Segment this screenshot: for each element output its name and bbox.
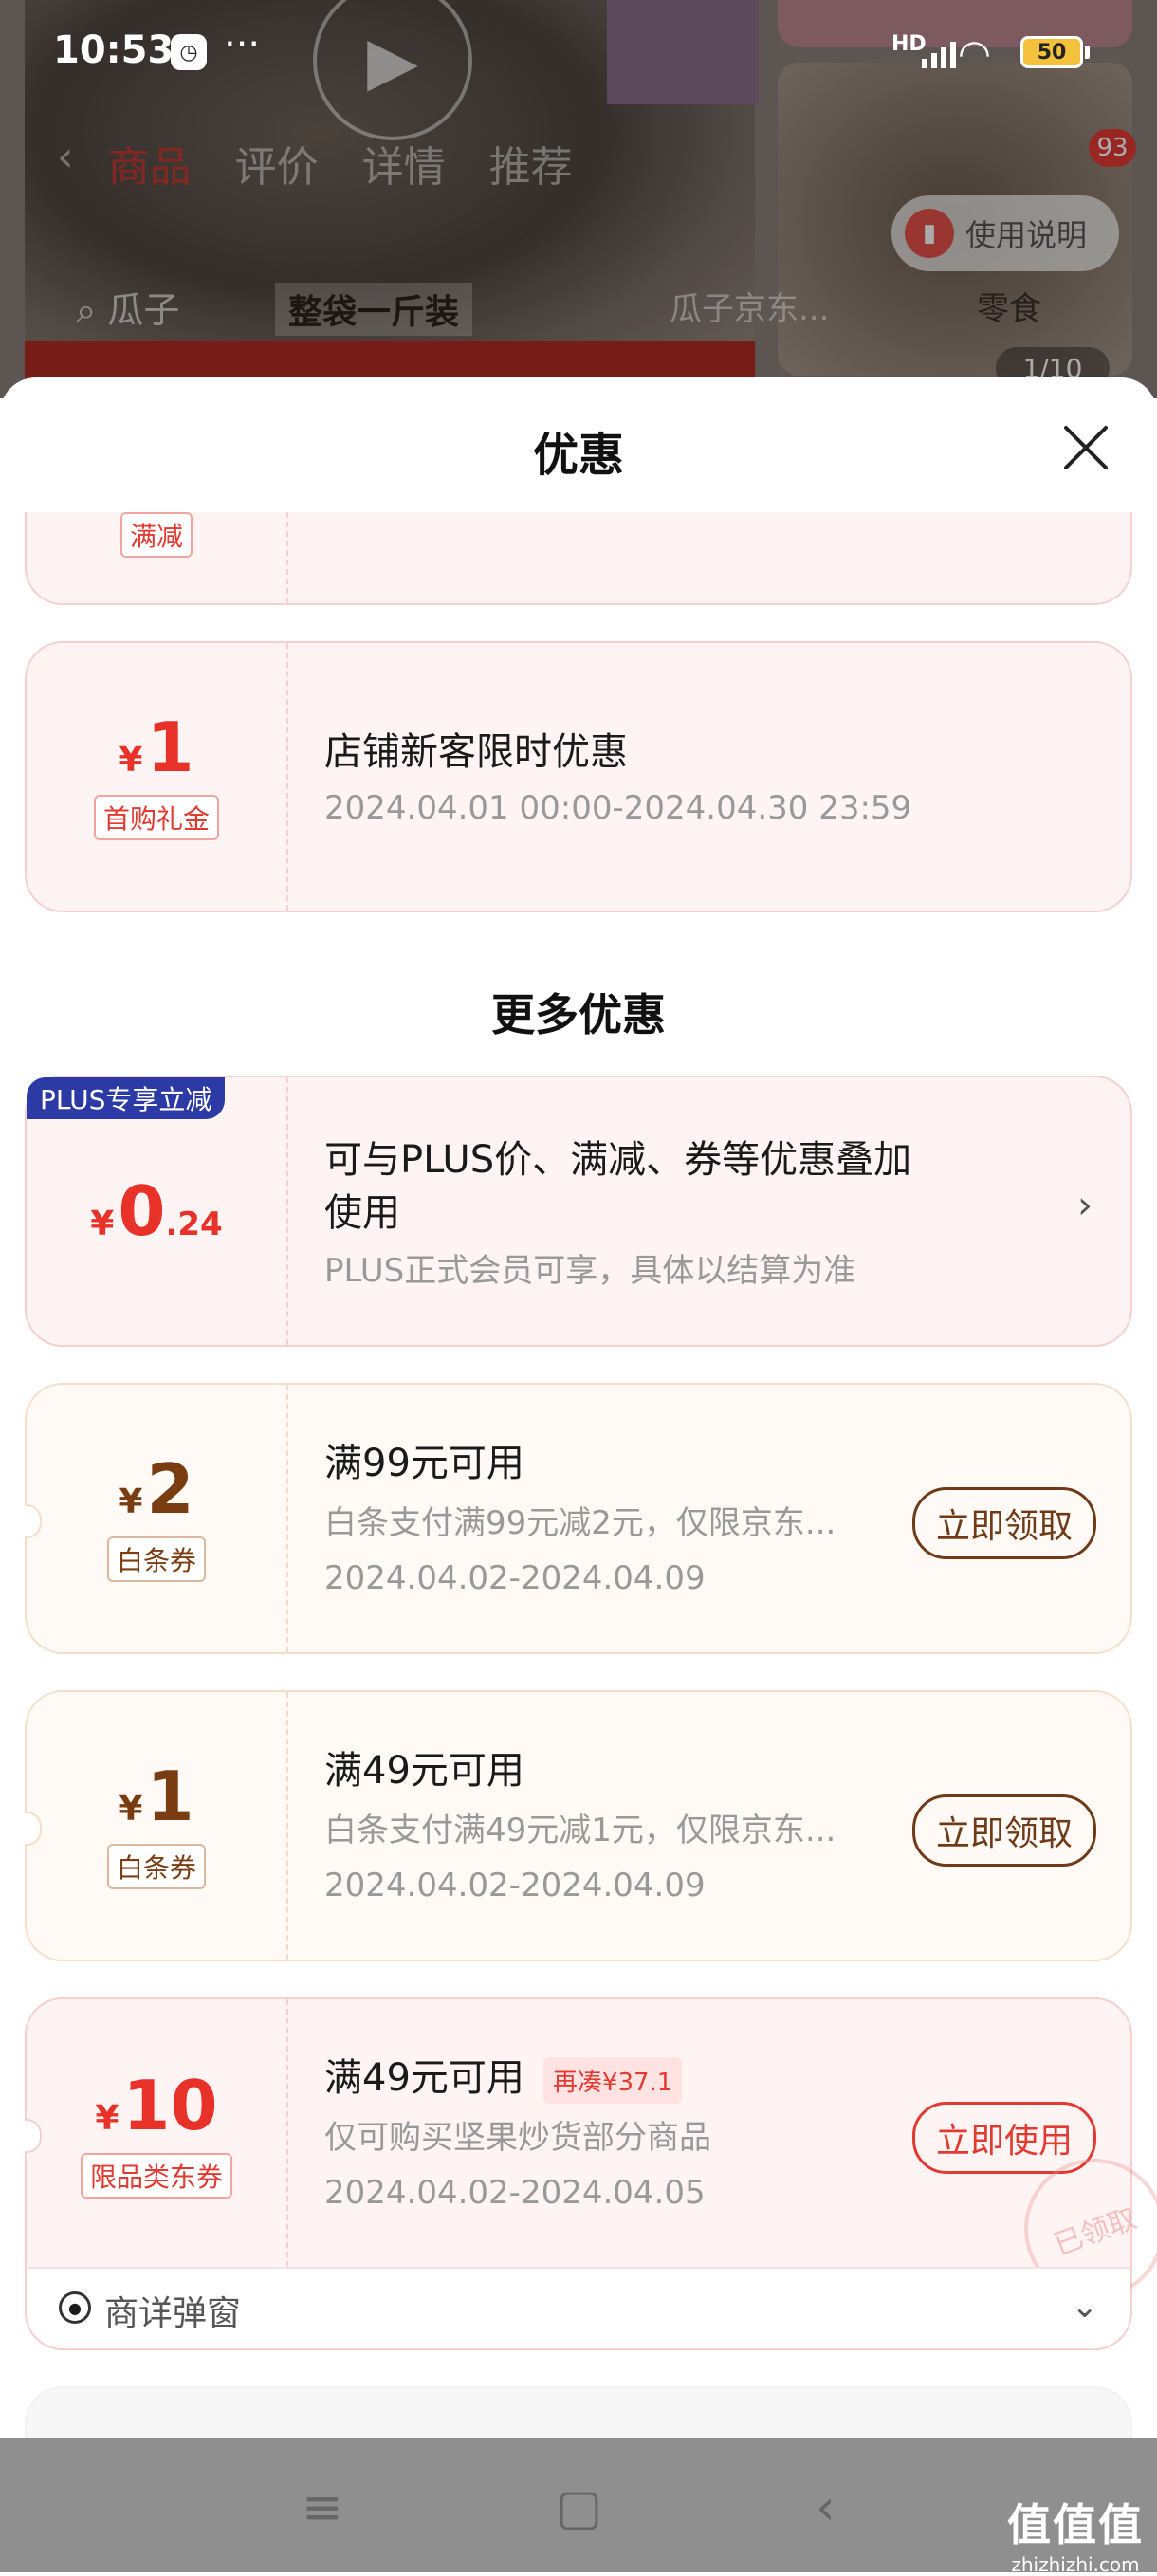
- card-divider: [286, 643, 288, 911]
- coupon-card-partial[interactable]: 满减: [25, 512, 1132, 605]
- top-up-badge: 再凑¥37.1: [542, 2056, 683, 2104]
- card-divider: [286, 1077, 288, 1345]
- plus-title-line2: 使用: [324, 1191, 400, 1235]
- home-icon[interactable]: ▢: [556, 2479, 602, 2536]
- card-divider: [286, 512, 288, 603]
- coupon-validity: 2024.04.02-2024.04.05: [324, 2174, 706, 2212]
- coupon-left: ¥ 2 白条券: [27, 1385, 286, 1652]
- more-offers-title: 更多优惠: [491, 989, 666, 1040]
- coupon-title-row: 满49元可用 再凑¥37.1: [324, 2047, 683, 2104]
- amount-value: 1: [146, 1757, 194, 1836]
- watermark: 值值值 zhizhizhi.com: [1007, 2491, 1144, 2576]
- status-bar: 10:53 ◷ ··· HD ◠ 50: [0, 0, 1157, 106]
- popup-source-row[interactable]: ● 商详弹窗 ⌄: [27, 2267, 1130, 2348]
- coupon-validity: 2024.04.02-2024.04.09: [324, 1867, 706, 1904]
- coupon-title: 满49元可用: [324, 1749, 524, 1793]
- coupon-info: 满99元可用 白条支付满99元减2元，仅限京东... 2024.04.02-20…: [324, 1385, 1111, 1652]
- battery-tip: [1085, 46, 1090, 59]
- currency-symbol: ¥: [119, 1790, 143, 1829]
- chevron-right-icon[interactable]: ›: [1077, 1184, 1093, 1227]
- watermark-sub: zhizhizhi.com: [1011, 2553, 1140, 2576]
- coupon-title: 店铺新客限时优惠: [324, 730, 628, 774]
- plus-offer-card[interactable]: PLUS专享立减 ¥ 0 .24 可与PLUS价、满减、券等优惠叠加 使用 PL…: [25, 1076, 1132, 1347]
- coupon-info: 满49元可用 再凑¥37.1 仅可购买坚果炒货部分商品 2024.04.02-20…: [324, 1999, 1111, 2271]
- amount-value: 1: [146, 708, 194, 787]
- coupon-sheet: 优惠 满减 ¥ 1 首购礼金 店铺新客限时优惠 2024.04.01 00:00…: [0, 377, 1157, 2438]
- claim-button[interactable]: 立即领取: [911, 1794, 1096, 1867]
- plus-title-line1: 可与PLUS价、满减、券等优惠叠加: [324, 1138, 912, 1182]
- coupon-info: 店铺新客限时优惠 2024.04.01 00:00-2024.04.30 23:…: [324, 643, 1111, 911]
- status-time: 10:53: [53, 28, 174, 72]
- coupon-tag: 满减: [119, 512, 193, 558]
- coupon-validity: 2024.04.01 00:00-2024.04.30 23:59: [324, 789, 912, 827]
- coupon-tag: 白条券: [106, 1536, 206, 1582]
- currency-symbol: ¥: [119, 741, 143, 780]
- watermark-main: 值值值: [1007, 2499, 1144, 2550]
- sheet-header: 优惠: [0, 377, 1157, 518]
- coupon-amount: ¥ 10: [95, 2071, 217, 2140]
- next-card-partial: [25, 2386, 1132, 2438]
- coupon-desc: 白条支付满49元减1元，仅限京东...: [324, 1812, 836, 1849]
- menu-icon[interactable]: ≡: [302, 2479, 343, 2536]
- signal-icon: [922, 38, 956, 68]
- coupon-validity: 2024.04.02-2024.04.09: [324, 1559, 706, 1597]
- coupon-tag: 白条券: [106, 1844, 206, 1889]
- coupon-left: ¥ 10 限品类东券: [27, 1999, 286, 2271]
- coupon-tag: 限品类东券: [80, 2153, 232, 2199]
- currency-symbol: ¥: [119, 1482, 143, 1521]
- coupon-amount: ¥ 1: [119, 713, 193, 782]
- wifi-icon: ◠: [958, 32, 991, 76]
- coupon-info: 满49元可用 白条支付满49元减1元，仅限京东... 2024.04.02-20…: [324, 1692, 1111, 1960]
- category-coupon-card[interactable]: ¥ 10 限品类东券 满49元可用 再凑¥37.1 仅可购买坚果炒货部分商品 20…: [25, 1997, 1157, 2350]
- clock-icon: ◷: [171, 34, 207, 70]
- store-coupon-card[interactable]: ¥ 1 首购礼金 店铺新客限时优惠 2024.04.01 00:00-2024.…: [25, 641, 1132, 912]
- coupon-amount: ¥ 0 .24: [90, 1177, 222, 1245]
- amount-value: 2: [146, 1449, 194, 1529]
- claim-button[interactable]: 立即领取: [911, 1487, 1096, 1559]
- currency-symbol: ¥: [90, 1205, 115, 1243]
- close-icon: [1064, 426, 1108, 469]
- coupon-tag: 首购礼金: [93, 795, 219, 840]
- baitiao-coupon-card[interactable]: ¥ 1 白条券 满49元可用 白条支付满49元减1元，仅限京东... 2024.…: [25, 1690, 1132, 1961]
- coupon-title: 满49元可用: [324, 2056, 524, 2100]
- battery-icon: 50: [1020, 36, 1083, 68]
- card-divider: [286, 1385, 288, 1652]
- coupon-left: 满减: [27, 512, 286, 603]
- coupon-info: 可与PLUS价、满减、券等优惠叠加 使用 PLUS正式会员可享，具体以结算为准 …: [324, 1077, 1111, 1345]
- popup-icon: ●: [59, 2291, 91, 2324]
- chevron-down-icon[interactable]: ⌄: [1072, 2288, 1099, 2326]
- plus-note: PLUS正式会员可享，具体以结算为准: [324, 1252, 856, 1290]
- amount-decimal: .24: [165, 1205, 223, 1243]
- card-divider: [286, 1999, 288, 2267]
- more-dots-icon: ···: [224, 23, 261, 66]
- coupon-left: ¥ 0 .24: [27, 1077, 286, 1345]
- popup-source-label: 商详弹窗: [104, 2294, 242, 2333]
- coupon-left: ¥ 1 首购礼金: [27, 643, 286, 911]
- coupon-amount: ¥ 1: [119, 1762, 193, 1831]
- baitiao-coupon-card[interactable]: ¥ 2 白条券 满99元可用 白条支付满99元减2元，仅限京东... 2024.…: [25, 1383, 1132, 1654]
- coupon-amount: ¥ 2: [119, 1455, 193, 1523]
- system-nav-bar: ≡ ▢ ‹: [0, 2438, 1157, 2572]
- amount-value: 0: [118, 1171, 166, 1251]
- coupon-left: ¥ 1 白条券: [27, 1692, 286, 1960]
- card-divider: [286, 1692, 288, 1960]
- back-icon[interactable]: ‹: [816, 2479, 836, 2536]
- close-button[interactable]: [1053, 419, 1119, 476]
- coupon-desc: 仅可购买坚果炒货部分商品: [324, 2119, 711, 2157]
- currency-symbol: ¥: [95, 2099, 119, 2138]
- coupon-title: 满99元可用: [324, 1442, 524, 1485]
- sheet-title: 优惠: [532, 429, 624, 482]
- amount-value: 10: [122, 2066, 218, 2145]
- coupon-desc: 白条支付满99元减2元，仅限京东...: [324, 1504, 836, 1542]
